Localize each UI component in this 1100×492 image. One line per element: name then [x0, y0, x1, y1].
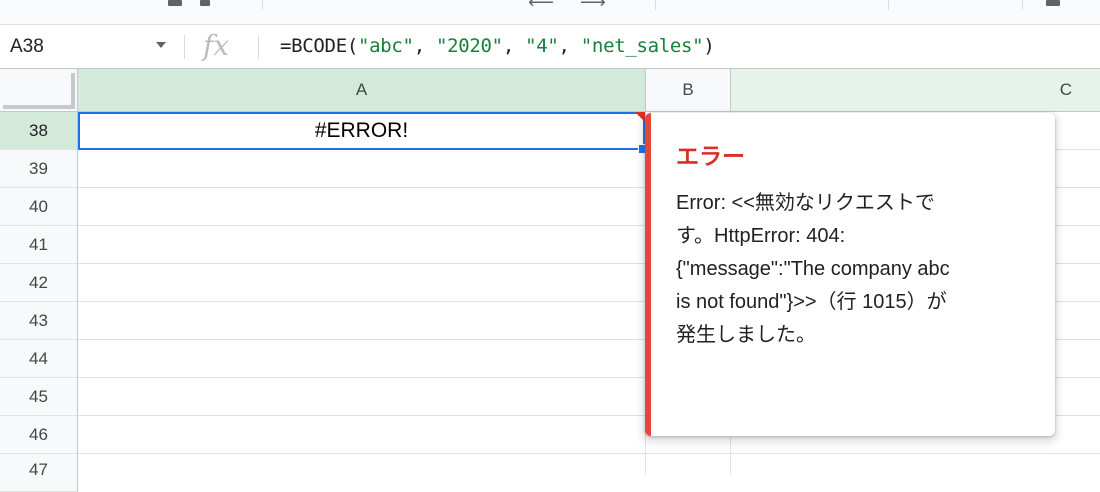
- corner-shade: [3, 105, 75, 109]
- error-title: エラー: [676, 143, 745, 169]
- formula-arg: "abc": [357, 35, 414, 57]
- fx-icon: fx: [203, 29, 230, 62]
- formula-separator: ,: [558, 35, 581, 57]
- column-header-c[interactable]: C: [731, 69, 1100, 111]
- toolbar-icon[interactable]: [1046, 0, 1060, 6]
- arrow-right-icon[interactable]: ⟶: [580, 0, 606, 13]
- row-header[interactable]: 39: [0, 150, 78, 188]
- row-header[interactable]: 40: [0, 188, 78, 226]
- row-header[interactable]: 42: [0, 264, 78, 302]
- formula-separator: ,: [502, 35, 526, 57]
- cell-a38[interactable]: #ERROR!: [78, 112, 645, 150]
- grid-line: [78, 453, 1100, 454]
- toolbar-divider: [655, 0, 656, 10]
- error-tooltip: エラー Error: <<無効なリクエストで す。HttpError: 404:…: [645, 113, 1055, 436]
- toolbar-icon[interactable]: [200, 0, 210, 6]
- row-header[interactable]: 44: [0, 340, 78, 378]
- select-all-corner[interactable]: [0, 69, 78, 111]
- formula-arg: "net_sales": [580, 35, 704, 57]
- formula-bar-divider: [258, 35, 259, 59]
- formula-separator: ,: [413, 35, 436, 57]
- error-indicator: [635, 112, 645, 122]
- toolbar-icon[interactable]: [168, 0, 182, 6]
- toolbar-divider: [1022, 0, 1023, 10]
- toolbar: ⟵ ⟶: [0, 0, 1100, 25]
- formula-bar-divider: [184, 35, 185, 59]
- formula-input[interactable]: =BCODE("abc", "2020", "4", "net_sales"): [280, 35, 715, 57]
- arrow-left-icon[interactable]: ⟵: [528, 0, 554, 13]
- column-header-a[interactable]: A: [78, 69, 646, 111]
- error-message: Error: <<無効なリクエストで す。HttpError: 404: {"m…: [676, 192, 950, 346]
- row-header[interactable]: 45: [0, 378, 78, 416]
- row-header[interactable]: 43: [0, 302, 78, 340]
- column-header-b[interactable]: B: [646, 69, 731, 111]
- formula-suffix: ): [703, 35, 715, 57]
- row-header[interactable]: 38: [0, 112, 78, 150]
- name-box-value: A38: [10, 35, 44, 57]
- formula-arg: "4": [525, 35, 559, 57]
- corner-shade: [71, 73, 75, 109]
- formula-arg: "2020": [435, 35, 503, 57]
- row-header[interactable]: 41: [0, 226, 78, 264]
- name-box[interactable]: A38: [0, 25, 178, 68]
- toolbar-divider: [888, 0, 889, 10]
- formula-bar: A38 fx =BCODE("abc", "2020", "4", "net_s…: [0, 25, 1100, 69]
- formula-prefix: =BCODE(: [280, 35, 358, 57]
- chevron-down-icon[interactable]: [156, 42, 166, 48]
- row-header[interactable]: 46: [0, 416, 78, 454]
- row-header[interactable]: 47: [0, 454, 78, 492]
- column-headers: A B C: [0, 69, 1100, 112]
- toolbar-divider: [262, 0, 263, 10]
